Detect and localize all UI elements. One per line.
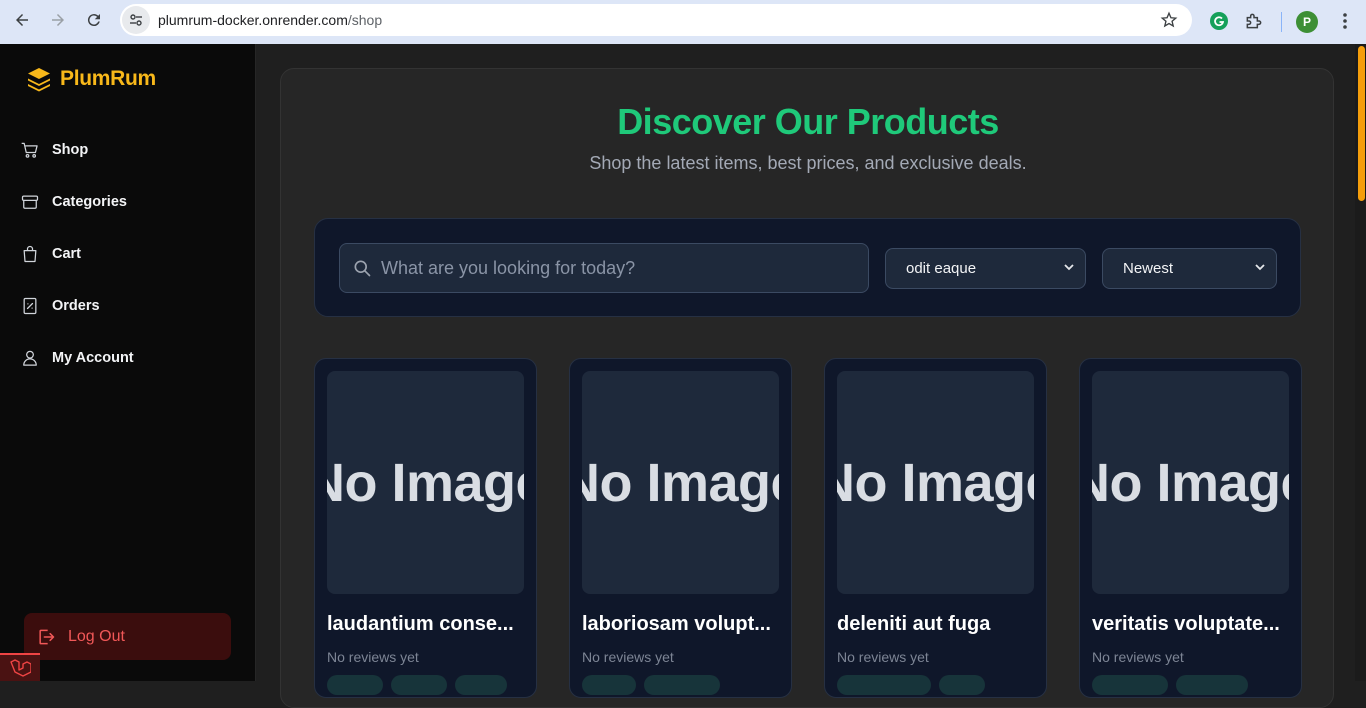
profile-avatar[interactable]: P: [1296, 11, 1318, 33]
scrollbar-thumb[interactable]: [1358, 46, 1365, 201]
brand-logo[interactable]: PlumRum: [26, 66, 156, 92]
no-image-text: No Image: [1092, 452, 1289, 513]
product-card[interactable]: No Image laudantium conse... No reviews …: [314, 358, 537, 698]
no-image-text: No Image: [327, 452, 524, 513]
sort-select[interactable]: Newest: [1102, 248, 1277, 289]
product-card[interactable]: No Image laboriosam volupt... No reviews…: [569, 358, 792, 698]
search-box[interactable]: [339, 243, 869, 293]
forward-icon[interactable]: [44, 6, 72, 34]
logout-icon: [39, 629, 55, 644]
url-path: /shop: [347, 12, 383, 28]
sidebar-item-categories[interactable]: Categories: [20, 176, 134, 228]
tag-chip[interactable]: [582, 675, 636, 695]
product-tags: [327, 675, 515, 695]
no-image-text: No Image: [582, 452, 779, 513]
no-image-text: No Image: [837, 452, 1034, 513]
layers-logo-icon: [28, 68, 50, 92]
page-scrollbar[interactable]: [1355, 44, 1366, 681]
tag-chip[interactable]: [644, 675, 720, 695]
product-reviews: No reviews yet: [327, 649, 419, 665]
browser-toolbar: plumrum-docker.onrender.com/shop P: [0, 0, 1366, 44]
url-host: plumrum-docker.onrender.com: [158, 12, 348, 28]
sidebar-nav: Shop Categories Cart Orders My Account: [20, 124, 134, 384]
receipt-icon: [23, 297, 37, 315]
product-name[interactable]: laboriosam volupt...: [582, 613, 782, 636]
site-info-icon[interactable]: [122, 6, 150, 34]
sidebar-item-my-account[interactable]: My Account: [20, 332, 134, 384]
category-select-value: odit eaque: [906, 260, 977, 277]
category-select[interactable]: odit eaque: [885, 248, 1086, 289]
product-card[interactable]: No Image veritatis voluptate... No revie…: [1079, 358, 1302, 698]
page-title: Discover Our Products: [617, 101, 999, 142]
page-subtitle: Shop the latest items, best prices, and …: [589, 153, 1027, 173]
sidebar-item-label: Shop: [52, 142, 89, 158]
product-name[interactable]: veritatis voluptate...: [1092, 613, 1292, 636]
tag-chip[interactable]: [455, 675, 507, 695]
logout-button[interactable]: Log Out: [24, 613, 231, 660]
back-icon[interactable]: [8, 6, 36, 34]
filter-bar: odit eaque Newest: [314, 218, 1301, 317]
tag-chip[interactable]: [837, 675, 931, 695]
browser-menu-icon[interactable]: [1342, 12, 1348, 35]
sidebar: PlumRum Shop Categories Cart Orders My A…: [0, 44, 256, 681]
main-panel: Discover Our Products Shop the latest it…: [280, 68, 1334, 708]
product-reviews: No reviews yet: [1092, 649, 1184, 665]
user-icon: [23, 350, 37, 366]
logout-label: Log Out: [68, 627, 125, 645]
product-image-placeholder[interactable]: No Image: [837, 371, 1034, 594]
url-text: plumrum-docker.onrender.com/shop: [158, 12, 382, 28]
search-input[interactable]: [381, 257, 851, 279]
tag-chip[interactable]: [391, 675, 447, 695]
laravel-logo-icon: [10, 659, 31, 677]
product-tags: [1092, 675, 1256, 695]
product-reviews: No reviews yet: [837, 649, 929, 665]
archive-box-icon: [21, 195, 39, 209]
product-name[interactable]: laudantium conse...: [327, 613, 527, 636]
grammarly-extension-icon[interactable]: [1210, 12, 1228, 30]
tag-chip[interactable]: [1176, 675, 1248, 695]
product-tags: [837, 675, 993, 695]
tag-chip[interactable]: [327, 675, 383, 695]
product-tags: [582, 675, 728, 695]
chevron-down-icon: [1064, 264, 1074, 271]
product-image-placeholder[interactable]: No Image: [327, 371, 524, 594]
sidebar-item-label: Orders: [52, 298, 100, 314]
product-grid: No Image laudantium conse... No reviews …: [314, 358, 1302, 698]
bookmark-star-icon[interactable]: [1160, 11, 1178, 34]
sidebar-item-label: My Account: [52, 350, 134, 366]
tag-chip[interactable]: [939, 675, 985, 695]
sidebar-item-shop[interactable]: Shop: [20, 124, 134, 176]
sidebar-item-cart[interactable]: Cart: [20, 228, 134, 280]
product-name[interactable]: deleniti aut fuga: [837, 613, 1037, 636]
sidebar-item-label: Cart: [52, 246, 82, 262]
brand-name: PlumRum: [60, 67, 156, 90]
address-bar[interactable]: plumrum-docker.onrender.com/shop: [120, 4, 1192, 36]
toolbar-divider: [1281, 12, 1282, 32]
tag-chip[interactable]: [1092, 675, 1168, 695]
search-icon: [354, 260, 371, 277]
cart-icon: [21, 142, 38, 158]
chevron-down-icon: [1255, 264, 1265, 271]
product-image-placeholder[interactable]: No Image: [1092, 371, 1289, 594]
sidebar-item-label: Categories: [52, 194, 127, 210]
sidebar-item-orders[interactable]: Orders: [20, 280, 134, 332]
debugbar-toggle[interactable]: [0, 653, 40, 681]
product-card[interactable]: No Image deleniti aut fuga No reviews ye…: [824, 358, 1047, 698]
product-image-placeholder[interactable]: No Image: [582, 371, 779, 594]
product-reviews: No reviews yet: [582, 649, 674, 665]
extensions-puzzle-icon[interactable]: [1244, 11, 1264, 36]
reload-icon[interactable]: [80, 6, 108, 34]
shopping-bag-icon: [23, 245, 37, 263]
sort-select-value: Newest: [1123, 260, 1174, 277]
